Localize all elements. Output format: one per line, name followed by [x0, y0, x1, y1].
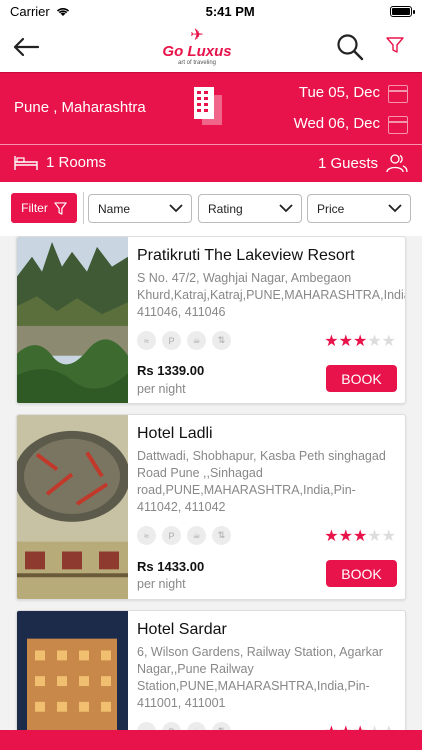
elevator-icon: ⇅: [212, 331, 231, 350]
parking-icon: P: [162, 722, 181, 730]
status-bar: Carrier 5:41 PM: [0, 0, 422, 22]
hotel-photo: [17, 237, 128, 403]
wifi-icon: ≈: [137, 331, 156, 350]
per-night-label: per night: [137, 577, 186, 591]
guests-selector[interactable]: 1 Guests: [318, 153, 408, 173]
filter-label: Filter: [21, 201, 48, 215]
chevron-down-icon: [388, 204, 402, 213]
hotel-card[interactable]: Hotel Sardar 6, Wilson Gardens, Railway …: [16, 610, 406, 730]
checkin-calendar-icon[interactable]: [388, 85, 408, 103]
header-divider: [0, 144, 422, 145]
city-label[interactable]: Pune , Maharashtra: [14, 99, 146, 116]
hotel-address: Dattwadi, Shobhapur, Kasba Peth singhaga…: [137, 449, 386, 514]
hotel-card[interactable]: Hotel Ladli Dattwadi, Shobhapur, Kasba P…: [16, 414, 406, 600]
checkout-date[interactable]: Wed 06, Dec: [294, 115, 380, 132]
hotel-name[interactable]: Pratikruti The Lakeview Resort: [137, 247, 355, 265]
amenities-row: ≈ P ☕ ⇅: [137, 331, 231, 350]
hotel-name[interactable]: Hotel Sardar: [137, 621, 227, 639]
funnel-icon: [54, 201, 67, 215]
search-button[interactable]: [336, 33, 364, 66]
filter-bar: Filter Name Rating Price: [0, 182, 422, 236]
amenities-row: ≈ P ☕ ⇅: [137, 722, 231, 730]
filter-separator: [83, 192, 84, 224]
battery-icon: [390, 5, 415, 17]
brand-tagline: art of traveling: [177, 60, 217, 66]
sort-name-dropdown[interactable]: Name: [88, 194, 192, 223]
back-button[interactable]: [10, 32, 42, 62]
rooms-selector[interactable]: 1 Rooms: [14, 153, 106, 171]
elevator-icon: ⇅: [212, 722, 231, 730]
rooms-label: 1 Rooms: [46, 153, 107, 171]
hotel-photo: [17, 611, 128, 730]
bottom-bar: [0, 730, 422, 750]
hotel-price: Rs 1339.00: [137, 363, 205, 378]
sort-price-dropdown[interactable]: Price: [307, 194, 411, 223]
app-bar: ✈ Go Luxus art of traveling: [0, 22, 422, 72]
per-night-label: per night: [137, 382, 186, 396]
filter-button[interactable]: Filter: [11, 193, 77, 223]
parking-icon: P: [162, 331, 181, 350]
rating-stars: ★★★★★: [324, 528, 396, 545]
search-summary: Pune , Maharashtra Tue 05, Dec Wed 06, D…: [0, 72, 422, 182]
hotel-price: Rs 1433.00: [137, 559, 205, 574]
sort-rating-dropdown[interactable]: Rating: [198, 194, 302, 223]
carrier-label: Carrier: [10, 4, 70, 19]
checkin-date[interactable]: Tue 05, Dec: [299, 84, 380, 101]
coffee-icon: ☕: [187, 722, 206, 730]
hotel-list[interactable]: Pratikruti The Lakeview Resort S No. 47/…: [0, 236, 422, 730]
brand-logo: ✈ Go Luxus art of traveling: [158, 27, 236, 69]
guests-label: 1 Guests: [317, 154, 378, 172]
wifi-icon: ≈: [137, 526, 156, 545]
hotel-card[interactable]: Pratikruti The Lakeview Resort S No. 47/…: [16, 236, 406, 404]
book-button[interactable]: BOOK: [326, 560, 397, 587]
checkout-calendar-icon[interactable]: [388, 116, 408, 134]
chevron-down-icon: [279, 204, 293, 213]
coffee-icon: ☕: [187, 331, 206, 350]
brand-name: Go Luxus: [162, 43, 232, 60]
coffee-icon: ☕: [187, 526, 206, 545]
hotel-photo: [17, 415, 128, 599]
book-button[interactable]: BOOK: [326, 365, 397, 392]
hotel-address: S No. 47/2, Waghjai Nagar, Ambegaon Khur…: [137, 271, 405, 319]
hotel-address: 6, Wilson Gardens, Railway Station, Agar…: [137, 645, 383, 710]
guests-icon: [386, 154, 408, 173]
rating-stars: ★★★★★: [324, 722, 396, 730]
parking-icon: P: [162, 526, 181, 545]
building-icon: [194, 87, 222, 125]
hotel-name[interactable]: Hotel Ladli: [137, 425, 213, 443]
clock: 5:41 PM: [205, 3, 255, 19]
chevron-down-icon: [169, 204, 183, 213]
amenities-row: ≈ P ☕ ⇅: [137, 526, 231, 545]
elevator-icon: ⇅: [212, 526, 231, 545]
search-icon: [337, 34, 364, 61]
wifi-signal-icon: [57, 8, 70, 17]
bed-icon: [14, 156, 38, 170]
back-arrow-icon: [13, 37, 40, 57]
filter-top-button[interactable]: [386, 36, 404, 59]
rating-stars: ★★★★★: [324, 333, 396, 350]
wifi-icon: ≈: [137, 722, 156, 730]
funnel-icon: [386, 37, 404, 53]
